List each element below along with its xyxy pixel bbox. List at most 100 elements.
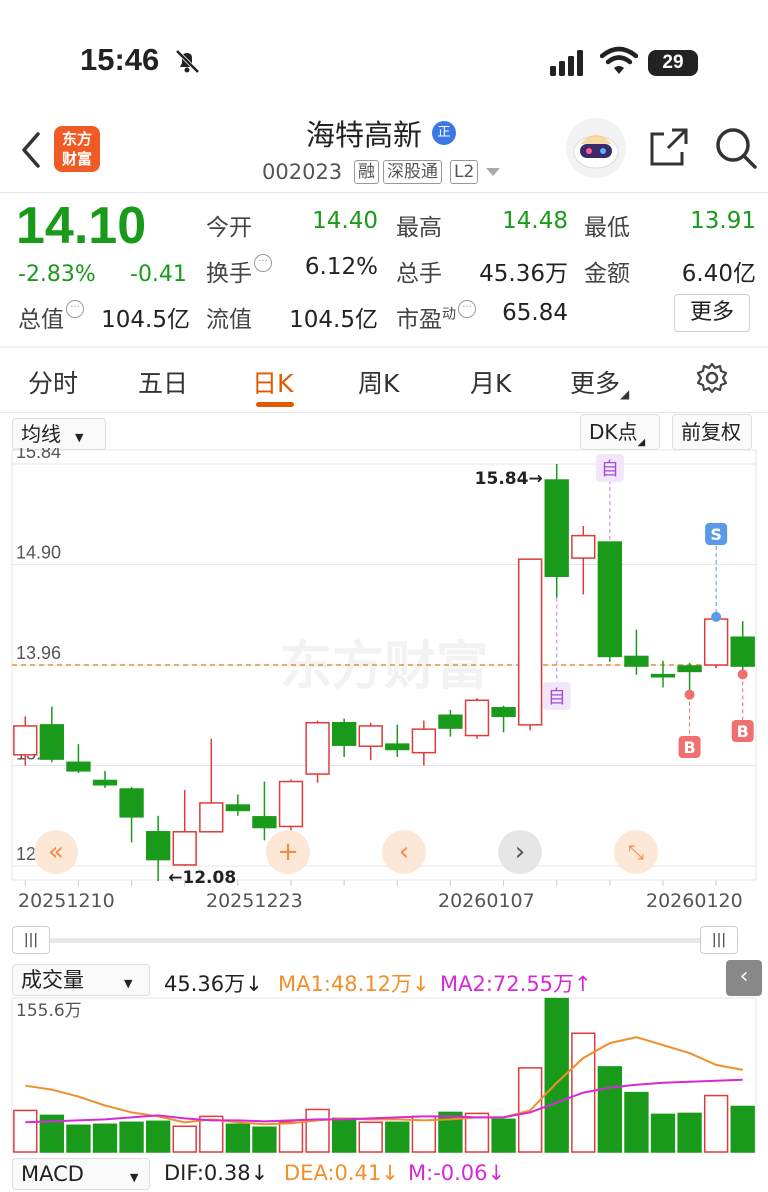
collapse-panel-icon[interactable]: ‹: [726, 960, 762, 996]
more-button[interactable]: 更多: [674, 294, 750, 332]
candle: [491, 707, 516, 718]
down-arrow-icon: ↓: [245, 972, 263, 996]
logo-text-top: 东方: [61, 130, 92, 148]
macd-select-label: MACD: [21, 1162, 84, 1186]
status-time: 15:46: [80, 42, 160, 77]
candle: [544, 479, 569, 578]
open-value: 14.40: [312, 208, 378, 234]
rewind-icon[interactable]: «: [34, 830, 78, 874]
share-icon[interactable]: [648, 126, 690, 168]
indicator-select[interactable]: 成交量 ▼: [12, 964, 150, 996]
ai-assistant-avatar[interactable]: [566, 118, 626, 178]
stock-name: 海特高新: [306, 118, 423, 152]
volume-current-value: 45.36万: [164, 972, 246, 996]
x-tick: 20251210: [18, 890, 115, 912]
float-label: 流值: [206, 307, 252, 333]
ma-select-label: 均线: [21, 422, 61, 446]
candle: [358, 725, 383, 748]
fullscreen-icon[interactable]: ⤡: [614, 830, 658, 874]
candle: [385, 743, 410, 751]
candle: [624, 655, 649, 667]
candle: [464, 699, 490, 737]
tag-margin: 融: [354, 160, 379, 184]
volume-current: 45.36万↓: [164, 968, 263, 998]
search-icon[interactable]: [714, 126, 758, 170]
step-back-icon[interactable]: ‹: [382, 830, 426, 874]
up-arrow-icon: ↑: [574, 972, 592, 996]
range-scrollbar[interactable]: [12, 928, 756, 952]
triangle-icon: ◢: [637, 437, 646, 448]
tag-connect: 深股通: [383, 160, 442, 184]
watermark-text: 东方财富: [280, 637, 488, 697]
high-marker: 15.84→: [475, 469, 543, 489]
tab-monthly-k[interactable]: 月K: [470, 364, 511, 400]
signal-icon: [550, 50, 583, 76]
code-dropdown-icon[interactable]: [486, 168, 500, 176]
tab-daily-k[interactable]: 日K: [252, 364, 293, 400]
volume-bar: [411, 1115, 437, 1153]
ma2-value: MA2:72.55万: [440, 972, 575, 996]
candle: [438, 714, 463, 729]
m-value: M:-0.06: [408, 1161, 488, 1185]
back-arrow-icon[interactable]: [16, 128, 46, 172]
ma-select[interactable]: 均线 ▼: [12, 418, 106, 450]
candle: [145, 831, 171, 861]
pe-label-text: 市盈: [396, 307, 442, 333]
candle: [66, 761, 91, 772]
active-tab-indicator: [256, 402, 294, 407]
mcap-label-text: 总值: [18, 307, 64, 333]
volume-bar: [385, 1121, 410, 1153]
b-dot: [737, 669, 748, 680]
volume-ma2: MA2:72.55万↑: [440, 968, 592, 998]
down-arrow-icon: ↓: [250, 1161, 269, 1185]
s-badge: S: [710, 525, 722, 544]
zoom-in-plus-icon[interactable]: +: [266, 830, 310, 874]
range-handle-left[interactable]: |||: [12, 926, 50, 954]
tab-intraday[interactable]: 分时: [28, 364, 78, 400]
mcap-label: 总值 ···: [18, 300, 84, 334]
adjust-button[interactable]: 前复权: [672, 414, 752, 450]
volume-max-label: 155.6万: [16, 1001, 82, 1021]
candle: [252, 816, 277, 829]
down-arrow-icon: ↓: [381, 1161, 399, 1185]
volume-bar: [597, 1066, 623, 1153]
settings-gear-icon[interactable]: [696, 362, 728, 394]
info-icon[interactable]: ···: [458, 300, 476, 318]
candle: [597, 541, 623, 658]
low-value: 13.91: [690, 208, 756, 234]
down-arrow-icon: ↓: [487, 1161, 506, 1185]
b-badge: B: [683, 738, 695, 757]
tab-five-day[interactable]: 五日: [138, 364, 188, 400]
volume-bar: [252, 1126, 277, 1153]
tab-weekly-k[interactable]: 周K: [358, 364, 399, 400]
dropdown-icon: ▼: [75, 431, 84, 444]
info-icon[interactable]: ···: [254, 254, 272, 272]
volume-bar: [730, 1105, 755, 1153]
macd-dea: DEA:0.41↓: [284, 1161, 399, 1185]
indicator-select-label: 成交量: [21, 968, 84, 992]
macd-select[interactable]: MACD ▼: [12, 1158, 150, 1190]
mcap-value: 104.5亿: [101, 307, 190, 333]
range-handle-right[interactable]: |||: [700, 926, 738, 954]
step-forward-icon[interactable]: ›: [498, 830, 542, 874]
candle: [677, 665, 702, 673]
stock-code: 002023: [262, 160, 343, 184]
info-icon[interactable]: ···: [66, 300, 84, 318]
volume-bar: [199, 1115, 224, 1153]
macd-dif: DIF:0.38↓: [164, 1161, 268, 1185]
dk-point-button[interactable]: DK点◢: [580, 414, 660, 450]
candle: [13, 725, 38, 756]
volume-bar: [305, 1108, 330, 1153]
x-tick: 20251223: [206, 890, 303, 912]
ma1-value: MA1:48.12万: [278, 972, 413, 996]
volume-chart[interactable]: 155.6万: [0, 996, 768, 1156]
dropdown-icon: ▼: [129, 1171, 139, 1184]
candle: [571, 534, 596, 559]
volume-value: 45.36万: [479, 261, 568, 287]
volume-bar: [172, 1125, 197, 1153]
zi-badge: 自: [601, 459, 619, 480]
amount-label: 金额: [584, 261, 630, 287]
macd-m: M:-0.06↓: [408, 1161, 505, 1185]
zi-badge: 自: [548, 687, 566, 708]
tab-more[interactable]: 更多◢: [570, 364, 629, 401]
